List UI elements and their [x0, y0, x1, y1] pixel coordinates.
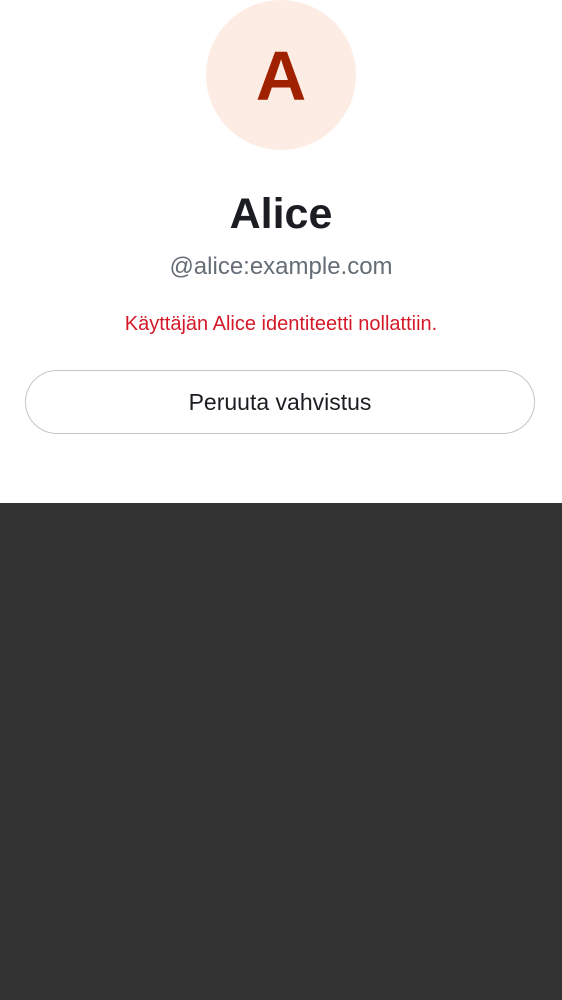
- cancel-verification-label: Peruuta vahvistus: [188, 389, 372, 415]
- cancel-verification-button[interactable]: Peruuta vahvistus: [25, 370, 535, 434]
- verification-sheet: A Alice @alice:example.com Käyttäjän Ali…: [0, 0, 562, 503]
- user-id: @alice:example.com: [169, 253, 393, 280]
- display-name: Alice: [229, 190, 333, 238]
- identity-reset-warning: Käyttäjän Alice identiteetti nollattiin.: [124, 313, 438, 335]
- avatar: A: [206, 0, 356, 150]
- dimmed-backdrop[interactable]: [0, 503, 562, 1000]
- avatar-initial: A: [255, 37, 307, 115]
